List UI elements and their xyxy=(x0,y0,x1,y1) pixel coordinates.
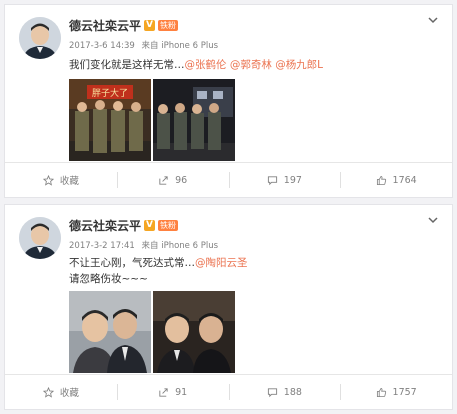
comment-button[interactable]: 197 xyxy=(228,163,341,197)
post-text-main: 我们变化就是这样无常… xyxy=(69,59,185,71)
weibo-post: 德云社栾云平 V 铁粉 2017-3-2 17:41 来自 iPhone 6 P… xyxy=(4,204,453,410)
like-button[interactable]: 1764 xyxy=(340,163,452,197)
repost-icon xyxy=(159,387,168,397)
weibo-post: 德云社栾云平 V 铁粉 2017-3-6 14:39 来自 iPhone 6 P… xyxy=(4,4,453,198)
fan-badge: 铁粉 xyxy=(158,220,179,231)
mention-link[interactable]: @郭奇林 xyxy=(230,59,272,71)
post-text-main: 不让王心刚，气死达式常… xyxy=(69,257,195,269)
post-timestamp[interactable]: 2017-3-2 17:41 xyxy=(69,241,135,251)
repost-button[interactable]: 96 xyxy=(116,163,229,197)
favorite-button[interactable]: 收藏 xyxy=(5,163,117,197)
verified-badge: V xyxy=(144,220,156,231)
post-meta: 2017-3-2 17:41 来自 iPhone 6 Plus xyxy=(69,239,218,251)
comment-icon xyxy=(267,175,277,185)
repost-count: 96 xyxy=(175,174,188,186)
avatar[interactable] xyxy=(19,17,61,59)
fan-badge: 铁粉 xyxy=(158,20,179,31)
sign-text: 胖子大了 xyxy=(92,87,128,99)
source-prefix: 来自 xyxy=(141,41,159,51)
source-prefix: 来自 xyxy=(141,241,159,251)
post-source: iPhone 6 Plus xyxy=(161,241,219,251)
repost-count: 91 xyxy=(175,386,188,398)
mention-link[interactable]: @陶阳云圣 xyxy=(195,257,248,269)
comment-button[interactable]: 188 xyxy=(228,375,341,409)
like-button[interactable]: 1757 xyxy=(340,375,452,409)
thumbs-up-icon xyxy=(376,387,386,397)
post-timestamp[interactable]: 2017-3-6 14:39 xyxy=(69,41,135,51)
action-bar: 收藏 91 188 1757 xyxy=(5,374,452,409)
like-count: 1757 xyxy=(392,386,417,398)
repost-icon xyxy=(159,175,168,185)
mention-link[interactable]: @杨九郎L xyxy=(275,59,323,71)
avatar[interactable] xyxy=(19,217,61,259)
favorite-button[interactable]: 收藏 xyxy=(5,375,117,409)
star-icon xyxy=(42,386,54,398)
comment-icon xyxy=(267,387,277,397)
post-text: 我们变化就是这样无常…@张鹤伦 @郭奇林 @杨九郎L xyxy=(69,57,323,72)
repost-button[interactable]: 91 xyxy=(116,375,229,409)
post-text-line2: 请忽略伤妆~~~ xyxy=(69,273,148,285)
post-source: iPhone 6 Plus xyxy=(161,41,219,51)
post-text: 不让王心刚，气死达式常…@陶阳云圣 xyxy=(69,255,248,270)
post-image[interactable] xyxy=(69,291,151,373)
comment-count: 197 xyxy=(283,174,302,186)
star-icon xyxy=(42,174,54,186)
comment-count: 188 xyxy=(283,386,302,398)
favorite-label: 收藏 xyxy=(59,176,79,187)
mention-link[interactable]: @张鹤伦 xyxy=(185,59,227,71)
post-image[interactable] xyxy=(153,79,235,161)
chevron-down-icon[interactable] xyxy=(426,13,440,27)
thumbs-up-icon xyxy=(376,175,386,185)
post-image[interactable] xyxy=(153,291,235,373)
verified-badge: V xyxy=(144,20,156,31)
username[interactable]: 德云社栾云平 xyxy=(69,17,141,34)
action-bar: 收藏 96 197 1764 xyxy=(5,162,452,197)
favorite-label: 收藏 xyxy=(59,388,79,399)
post-meta: 2017-3-6 14:39 来自 iPhone 6 Plus xyxy=(69,39,218,51)
username[interactable]: 德云社栾云平 xyxy=(69,217,141,234)
like-count: 1764 xyxy=(392,174,417,186)
post-image[interactable]: 胖子大了 xyxy=(69,79,151,161)
chevron-down-icon[interactable] xyxy=(426,213,440,227)
